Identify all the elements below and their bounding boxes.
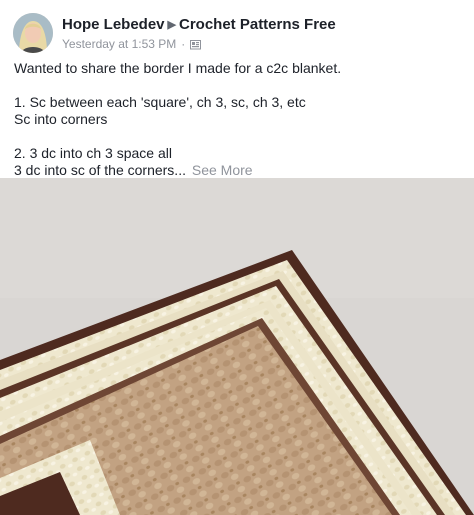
post-text-line: 2. 3 dc into ch 3 space all <box>14 145 172 161</box>
post-meta: Yesterday at 1:53 PM · <box>62 37 202 51</box>
post-text-line-last: 3 dc into sc of the corners... See More <box>14 162 464 179</box>
author-name[interactable]: Hope Lebedev <box>62 16 165 33</box>
post-text-line: 1. Sc between each 'square', ch 3, sc, c… <box>14 94 306 110</box>
author-line: Hope Lebedev ▶ Crochet Patterns Free <box>62 16 336 33</box>
group-name[interactable]: Crochet Patterns Free <box>179 16 336 33</box>
post-text-line: Wanted to share the border I made for a … <box>14 60 342 76</box>
post-text: Wanted to share the border I made for a … <box>14 60 464 179</box>
post-text-truncated: 3 dc into sc of the corners... <box>14 162 186 178</box>
shared-to-arrow-icon: ▶ <box>167 19 176 31</box>
post-photo[interactable] <box>0 178 474 515</box>
post-text-line: Sc into corners <box>14 111 108 127</box>
post-timestamp[interactable]: Yesterday at 1:53 PM <box>62 37 176 51</box>
avatar[interactable] <box>13 13 53 53</box>
meta-separator: · <box>181 37 186 51</box>
crochet-blanket-corner-image <box>0 178 474 515</box>
group-privacy-icon <box>190 39 202 50</box>
avatar-image <box>13 13 53 53</box>
see-more-link[interactable]: See More <box>192 162 253 178</box>
post-header: Hope Lebedev ▶ Crochet Patterns Free Yeste… <box>0 0 474 60</box>
